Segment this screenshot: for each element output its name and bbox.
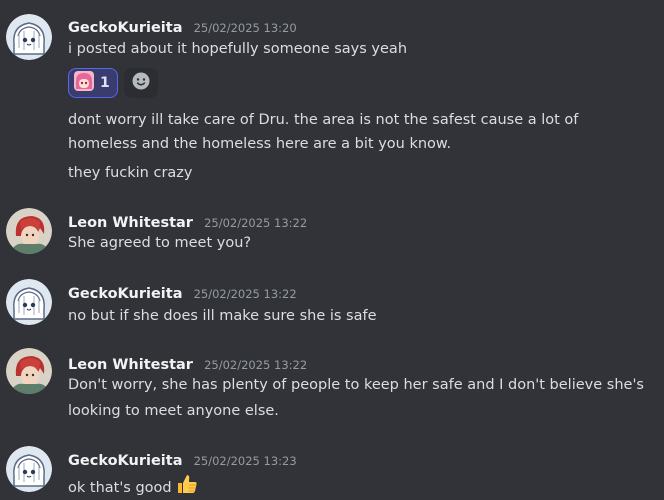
message-text: ok that's good [68, 480, 172, 496]
chat-message-list: GeckoKurieita 25/02/2025 13:20 i posted … [0, 0, 664, 500]
message-text: She agreed to meet you? [68, 235, 252, 251]
message-text: i posted about it hopefully someone says… [68, 41, 408, 57]
message-text-row: ok that's good [68, 472, 199, 500]
message-text: homeless and the homeless here are a bit… [68, 136, 452, 152]
timestamp: 25/02/2025 13:22 [204, 358, 308, 372]
message-text: Don't worry, she has plenty of people to… [68, 377, 644, 393]
timestamp: 25/02/2025 13:22 [193, 287, 297, 301]
username[interactable]: Leon Whitestar [68, 357, 193, 373]
username[interactable]: GeckoKurieita [68, 286, 183, 302]
avatar-leon-whitestar[interactable] [6, 348, 52, 394]
username[interactable]: GeckoKurieita [68, 453, 183, 469]
message-text: dont worry ill take care of Dru. the are… [68, 112, 579, 128]
message-text: looking to meet anyone else. [68, 403, 279, 419]
add-reaction-button[interactable] [123, 68, 158, 98]
message-text: no but if she does ill make sure she is … [68, 308, 377, 324]
message-header: Leon Whitestar 25/02/2025 13:22 [68, 212, 307, 231]
avatar-geckokurieita[interactable] [6, 279, 52, 325]
reaction-count: 1 [100, 75, 110, 91]
message-header: GeckoKurieita 25/02/2025 13:23 [68, 450, 297, 469]
avatar-geckokurieita[interactable] [6, 446, 52, 492]
message-text: they fuckin crazy [68, 165, 193, 181]
username[interactable]: Leon Whitestar [68, 215, 193, 231]
add-reaction-smiley-icon [131, 71, 151, 95]
timestamp: 25/02/2025 13:20 [193, 21, 297, 35]
message-header: GeckoKurieita 25/02/2025 13:20 [68, 17, 297, 36]
thumbs-up-emoji-icon [175, 472, 199, 500]
avatar-leon-whitestar[interactable] [6, 208, 52, 254]
anime-girl-emoji-icon [73, 70, 95, 96]
message-header: GeckoKurieita 25/02/2025 13:22 [68, 283, 297, 302]
avatar-geckokurieita[interactable] [6, 14, 52, 60]
timestamp: 25/02/2025 13:23 [193, 454, 297, 468]
reaction-button[interactable]: 1 [68, 68, 118, 98]
timestamp: 25/02/2025 13:22 [204, 216, 308, 230]
message-header: Leon Whitestar 25/02/2025 13:22 [68, 354, 307, 373]
reactions-bar: 1 [68, 68, 158, 98]
username[interactable]: GeckoKurieita [68, 20, 183, 36]
